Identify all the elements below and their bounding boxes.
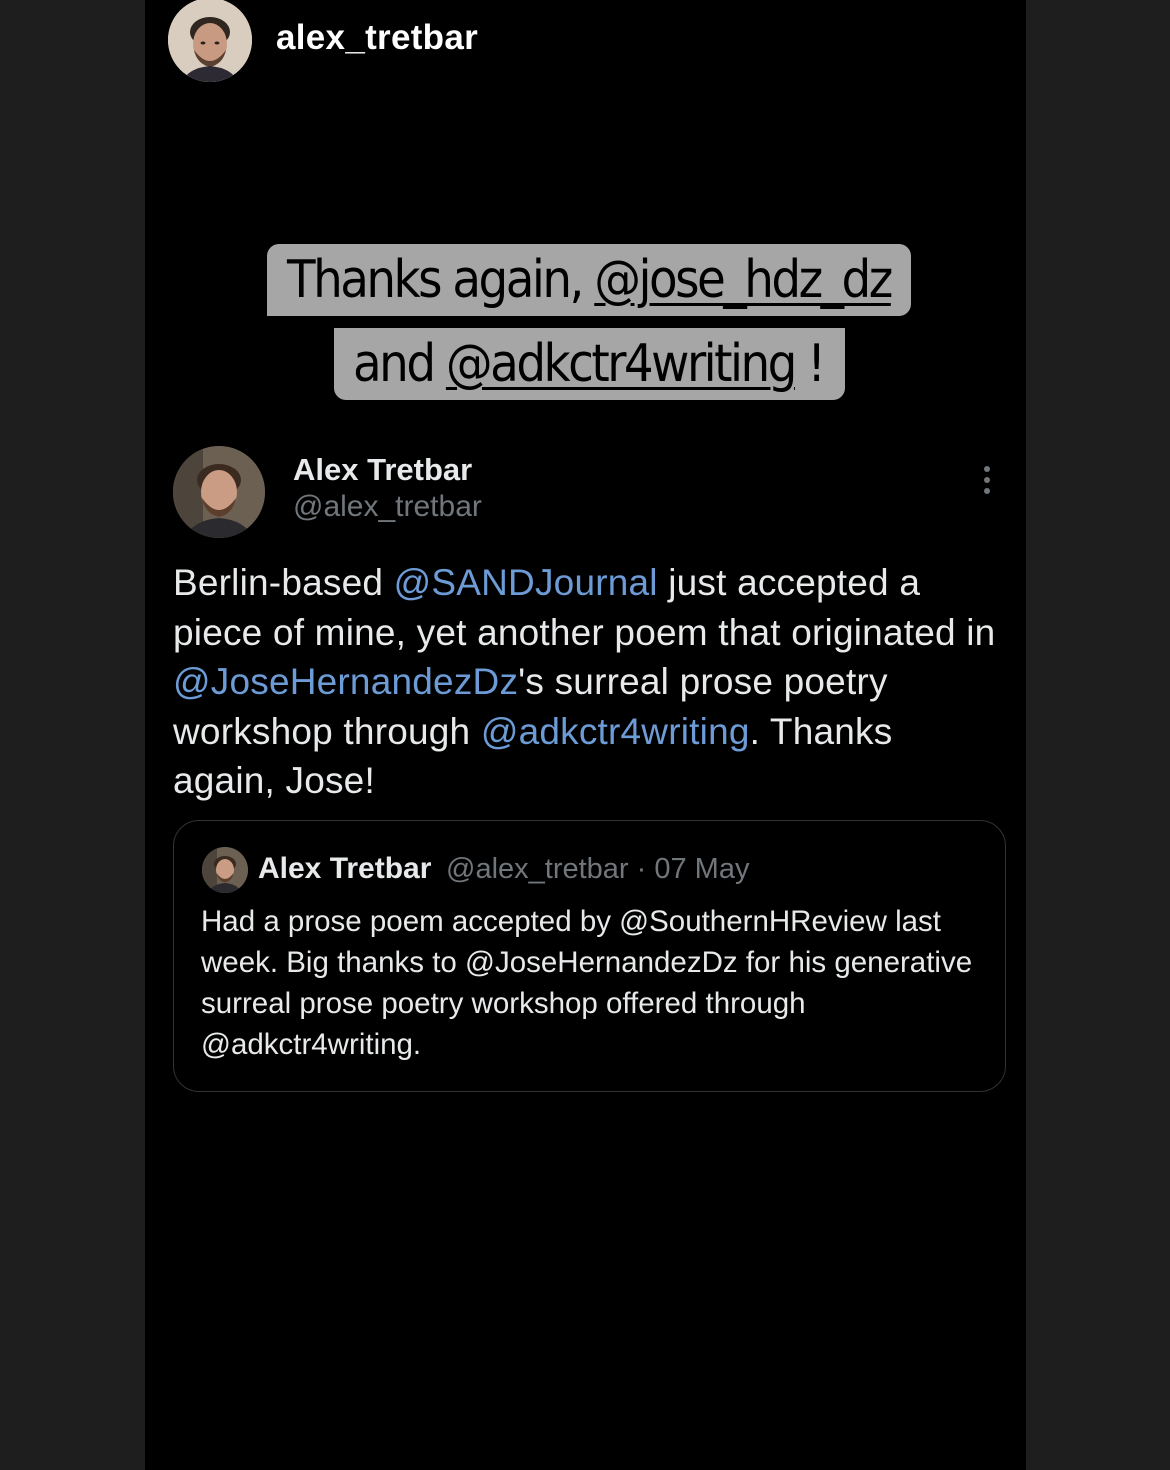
- caption-mention-tag[interactable]: @jose_hdz_dz: [594, 250, 893, 310]
- quoted-author-name: Alex Tretbar: [258, 852, 432, 885]
- story-frame: alex_tretbar Thanks again, @jose_hdz_dz …: [145, 0, 1026, 1470]
- mention-link[interactable]: @JoseHernandezDz: [173, 661, 518, 702]
- tweet-author-avatar[interactable]: [173, 446, 265, 538]
- tweet-body: Berlin-based @SANDJournal just accepted …: [173, 558, 1003, 806]
- tweet-author-handle[interactable]: @alex_tretbar: [293, 490, 482, 524]
- caption-line-2: and @adkctr4writing !: [334, 328, 845, 400]
- caption-line-1: Thanks again, @jose_hdz_dz: [267, 244, 911, 316]
- avatar-photo-icon: [173, 446, 265, 538]
- caption-text: Thanks again,: [287, 250, 595, 310]
- caption-text: !: [794, 334, 826, 394]
- quoted-tweet-body: Had a prose poem accepted by @SouthernHR…: [201, 905, 973, 1061]
- mention-link[interactable]: @SANDJournal: [394, 562, 658, 603]
- quoted-author-avatar: [202, 847, 248, 893]
- caption-text: and: [353, 334, 446, 394]
- quoted-tweet-card[interactable]: Alex Tretbar @alex_tretbar · 07 May Had …: [173, 820, 1006, 1092]
- tweet-author-name[interactable]: Alex Tretbar: [293, 452, 472, 488]
- avatar-photo-icon: [202, 847, 248, 893]
- tweet-text-segment: Berlin-based: [173, 562, 394, 603]
- mention-link[interactable]: @adkctr4writing: [481, 711, 750, 752]
- story-username[interactable]: alex_tretbar: [276, 18, 478, 58]
- story-avatar[interactable]: [168, 0, 252, 82]
- quoted-tweet-meta: @alex_tretbar · 07 May: [446, 853, 750, 885]
- caption-mention-tag[interactable]: @adkctr4writing: [446, 334, 797, 394]
- avatar-photo-icon: [168, 0, 252, 82]
- more-vertical-icon[interactable]: [979, 466, 995, 502]
